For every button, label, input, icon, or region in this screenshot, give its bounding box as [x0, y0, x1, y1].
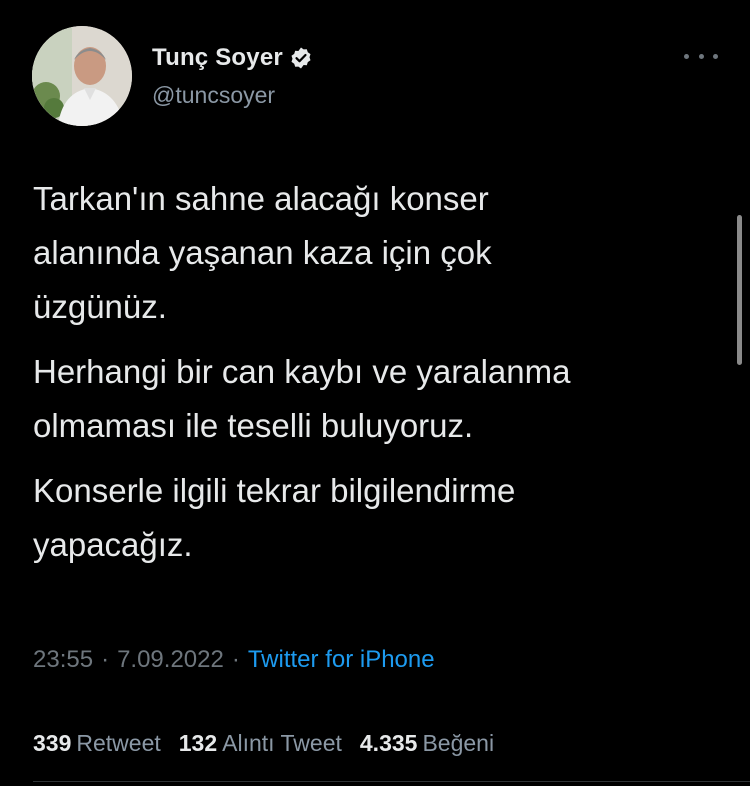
author-display-name[interactable]: Tunç Soyer: [152, 44, 283, 72]
tweet-time[interactable]: 23:55: [33, 646, 93, 674]
likes-stat[interactable]: 4.335 Beğeni: [360, 730, 494, 757]
retweets-stat[interactable]: 339 Retweet: [33, 730, 161, 757]
meta-separator: ·: [101, 646, 110, 673]
quotes-count: 132: [178, 730, 218, 756]
divider: [33, 781, 750, 782]
tweet-meta: 23:55 · 7.09.2022 · Twitter for iPhone: [33, 646, 435, 674]
meta-separator: ·: [231, 646, 240, 673]
likes-label: Beğeni: [422, 730, 495, 756]
tweet-date[interactable]: 7.09.2022: [117, 646, 224, 674]
tweet-source-link[interactable]: Twitter for iPhone: [248, 646, 435, 674]
more-dot-icon: [684, 53, 689, 59]
retweets-label: Retweet: [76, 730, 161, 756]
more-dot-icon: [713, 53, 718, 59]
author-handle[interactable]: @tuncsoyer: [152, 82, 275, 109]
more-options-icon[interactable]: [684, 48, 718, 64]
verified-badge-icon: [289, 46, 313, 70]
tweet-text: Tarkan'ın sahne alacağı konser alanında …: [33, 172, 723, 583]
avatar[interactable]: [32, 26, 132, 126]
retweets-count: 339: [33, 730, 72, 756]
tweet-paragraph: Tarkan'ın sahne alacağı konser alanında …: [33, 180, 492, 325]
tweet-paragraph: Konserle ilgili tekrar bilgilendirme yap…: [33, 472, 516, 563]
quotes-label: Alıntı Tweet: [222, 730, 342, 756]
more-dot-icon: [698, 53, 704, 59]
avatar-photo: [32, 26, 132, 126]
quotes-stat[interactable]: 132 Alıntı Tweet: [179, 730, 342, 757]
author-name-row[interactable]: Tunç Soyer: [152, 44, 313, 72]
likes-count: 4.335: [359, 730, 418, 756]
scrollbar[interactable]: [737, 215, 742, 365]
tweet-stats: 339 Retweet 132 Alıntı Tweet 4.335 Beğeni: [33, 730, 494, 757]
tweet-paragraph: Herhangi bir can kaybı ve yaralanma olma…: [33, 353, 571, 444]
